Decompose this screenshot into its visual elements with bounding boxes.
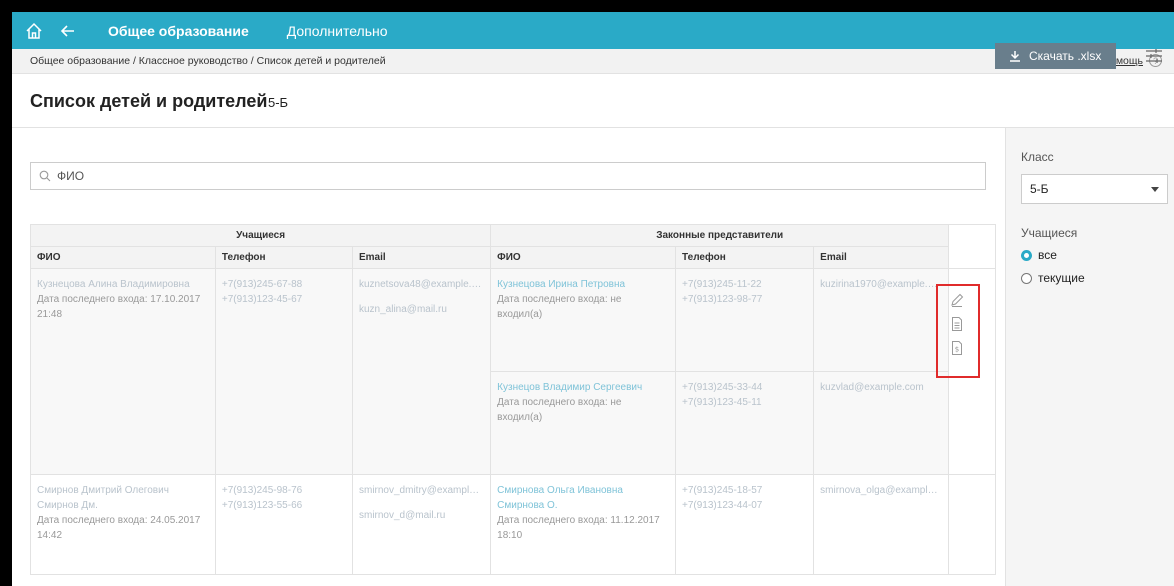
download-xlsx-button[interactable]: Скачать .xlsx — [995, 43, 1116, 69]
student-phone-cell: +7(913)245-98-76 +7(913)123-55-66 — [214, 474, 353, 575]
parent-last-login: Дата последнего входа: 11.12.2017 18:10 — [497, 515, 660, 541]
group-header-students: Учащиеся — [29, 224, 492, 247]
student-phone-2: +7(913)123-45-67 — [221, 294, 303, 305]
col-header-parent-email: Email — [813, 246, 950, 269]
students-parents-table: Учащиеся Законные представители ФИО Теле… — [29, 224, 996, 575]
download-icon — [1010, 51, 1020, 62]
page-title: Список детей и родителей — [30, 91, 268, 111]
group-header-parents: Законные представители — [490, 224, 950, 247]
chevron-down-icon — [1151, 187, 1159, 192]
radio-all[interactable]: все — [1021, 248, 1057, 262]
student-last-login: Дата последнего входа: 17.10.2017 21:48 — [37, 294, 201, 320]
parent-cell: Смирнова Ольга Ивановна Смирнова О. Дата… — [490, 474, 677, 575]
search-icon — [39, 170, 51, 182]
radio-current[interactable]: текущие — [1021, 271, 1085, 285]
parent-phone-2: +7(913)123-44-07 — [682, 500, 763, 511]
parent-email: kuzvlad@example.com — [820, 382, 924, 393]
edit-icon[interactable] — [949, 292, 965, 308]
app-window: Общее образование Дополнительно Общее об… — [12, 12, 1174, 586]
student-email-cell: kuznetsova48@example.com kuzn_alina@mail… — [351, 268, 492, 475]
parent-name[interactable]: Кузнецов Владимир Сергеевич — [497, 380, 669, 395]
radio-selected-icon — [1021, 249, 1032, 261]
parent-phone-2: +7(913)123-98-77 — [682, 294, 763, 305]
student-email: smirnov_dmitry@example.com — [358, 485, 485, 496]
class-select[interactable]: 5-Б — [1021, 174, 1168, 204]
svg-text:$: $ — [955, 346, 959, 354]
tab-general-education[interactable]: Общее образование — [108, 23, 249, 39]
parent-phone: +7(913)245-33-44 — [682, 382, 763, 393]
parent-phone: +7(913)245-18-57 — [682, 485, 763, 496]
parent-last-login: Дата последнего входа: не входил(а) — [497, 294, 622, 320]
parent-last-login: Дата последнего входа: не входил(а) — [497, 397, 622, 423]
download-label: Скачать .xlsx — [1029, 49, 1102, 63]
breadcrumb: Общее образование / Классное руководство… — [30, 55, 386, 67]
student-email-2: smirnov_d@mail.ru — [358, 510, 446, 521]
tab-additional[interactable]: Дополнительно — [287, 23, 388, 39]
student-email-2: kuzn_alina@mail.ru — [358, 304, 447, 315]
parent-cell: Кузнецова Ирина Петровна Дата последнего… — [490, 268, 677, 372]
col-header-parent-name: ФИО — [490, 246, 677, 269]
search-box[interactable] — [30, 162, 986, 190]
class-select-value: 5-Б — [1030, 182, 1049, 196]
parent-phone-cell: +7(913)245-33-44 +7(913)123-45-11 — [675, 371, 815, 475]
class-filter-label: Класс — [1021, 150, 1054, 164]
actions-header — [948, 224, 996, 269]
search-input[interactable] — [57, 169, 985, 183]
student-cell: Кузнецова Алина Владимировна Дата послед… — [30, 268, 216, 475]
student-email: kuznetsova48@example.com — [358, 279, 485, 290]
parent-email-cell: smirnova_olga@example.com — [813, 474, 950, 575]
radio-empty-icon — [1021, 272, 1032, 284]
home-icon[interactable] — [22, 19, 46, 43]
dollar-document-icon[interactable]: $ — [949, 340, 965, 356]
parent-cell: Кузнецов Владимир Сергеевич Дата последн… — [490, 371, 677, 475]
student-email-cell: smirnov_dmitry@example.com smirnov_d@mai… — [351, 474, 492, 575]
table-row: Кузнецова Алина Владимировна Дата послед… — [30, 268, 996, 475]
col-header-parent-phone: Телефон — [675, 246, 815, 269]
filter-settings-icon[interactable] — [1144, 46, 1164, 66]
parent-phone-2: +7(913)123-45-11 — [682, 397, 762, 408]
parent-name[interactable]: Кузнецова Ирина Петровна — [497, 277, 669, 292]
students-filter-label: Учащиеся — [1021, 226, 1078, 240]
parent-name[interactable]: Смирнова Ольга Ивановна — [497, 483, 669, 498]
student-name[interactable]: Смирнов Дмитрий Олегович — [37, 483, 209, 498]
filter-sidebar: Класс 5-Б Учащиеся все текущие — [1005, 128, 1174, 586]
parent-name-2: Смирнова О. — [497, 500, 558, 511]
back-arrow-icon[interactable] — [56, 19, 80, 43]
parent-email: kuzirina1970@example.com — [820, 279, 943, 290]
col-header-student-email: Email — [351, 246, 492, 269]
student-phone: +7(913)245-98-76 — [221, 485, 303, 496]
parent-phone-cell: +7(913)245-11-22 +7(913)123-98-77 — [675, 268, 815, 372]
student-phone: +7(913)245-67-88 — [221, 279, 303, 290]
student-phone-cell: +7(913)245-67-88 +7(913)123-45-67 — [214, 268, 353, 475]
student-phone-2: +7(913)123-55-66 — [221, 500, 303, 511]
table-row: Смирнов Дмитрий Олегович Смирнов Дм. Дат… — [30, 474, 996, 575]
parent-email: smirnova_olga@example.com — [820, 485, 943, 496]
col-header-student-phone: Телефон — [214, 246, 353, 269]
parent-email-cell: kuzirina1970@example.com — [813, 268, 950, 372]
radio-all-label: все — [1038, 248, 1057, 262]
col-header-student-name: ФИО — [30, 246, 216, 269]
student-cell: Смирнов Дмитрий Олегович Смирнов Дм. Дат… — [30, 474, 216, 575]
title-row: Список детей и родителей 5-Б — [12, 74, 1174, 128]
parent-phone-cell: +7(913)245-18-57 +7(913)123-44-07 — [675, 474, 815, 575]
student-last-login: Дата последнего входа: 24.05.2017 14:42 — [37, 515, 201, 541]
parent-email-cell: kuzvlad@example.com — [813, 371, 950, 475]
actions-cell — [948, 474, 996, 575]
document-icon[interactable] — [949, 316, 965, 332]
student-name[interactable]: Кузнецова Алина Владимировна — [37, 277, 209, 292]
parent-phone: +7(913)245-11-22 — [682, 279, 762, 290]
class-badge: 5-Б — [268, 95, 289, 110]
radio-current-label: текущие — [1038, 271, 1085, 285]
student-name-2: Смирнов Дм. — [37, 500, 98, 511]
